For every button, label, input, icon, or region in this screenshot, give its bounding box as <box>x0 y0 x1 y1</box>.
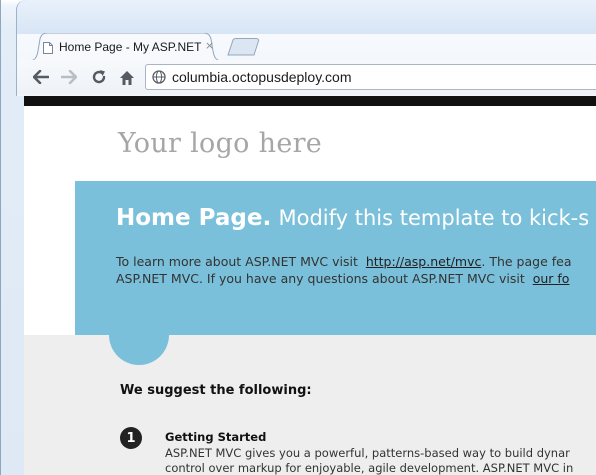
featured-section: Home Page. Modify this template to kick-… <box>75 181 596 335</box>
back-arrow-icon <box>33 70 49 84</box>
featured-paragraph: To learn more about ASP.NET MVC visit ht… <box>116 253 596 287</box>
new-tab-button[interactable] <box>226 38 262 56</box>
featured-line-1-text: To learn more about ASP.NET MVC visit <box>116 254 358 269</box>
tab-title: Home Page - My ASP.NET <box>59 40 202 54</box>
featured-line-1-after: . The page fea <box>481 254 572 269</box>
item-number-badge: 1 <box>120 427 142 449</box>
featured-line-2-text: ASP.NET MVC. If you have any questions a… <box>116 271 525 286</box>
asp-net-mvc-link[interactable]: http://asp.net/mvc <box>366 254 482 269</box>
url-text: columbia.octopusdeploy.com <box>172 69 352 85</box>
item-description-line-1: ASP.NET MVC gives you a powerful, patter… <box>165 446 570 460</box>
forward-button[interactable] <box>58 66 80 88</box>
globe-icon <box>152 70 166 84</box>
featured-circle-decoration <box>109 335 169 365</box>
forward-arrow-icon <box>61 70 77 84</box>
home-button[interactable] <box>116 66 138 88</box>
reload-button[interactable] <box>88 66 110 88</box>
featured-line-2: ASP.NET MVC. If you have any questions a… <box>116 270 596 287</box>
featured-title: Home Page. Modify this template to kick-… <box>116 205 589 231</box>
item-description-line-2: control over markup for enjoyable, agile… <box>165 461 574 475</box>
back-button[interactable] <box>30 66 52 88</box>
content-top-bar <box>24 96 596 106</box>
featured-title-rest: Modify this template to kick-s <box>278 206 590 230</box>
item-description: ASP.NET MVC gives you a powerful, patter… <box>165 446 596 475</box>
forums-link[interactable]: our fo <box>533 271 570 286</box>
featured-title-strong: Home Page. <box>116 205 272 231</box>
item-title: Getting Started <box>165 430 267 444</box>
site-logo[interactable]: Your logo here <box>118 128 322 159</box>
address-bar[interactable]: columbia.octopusdeploy.com <box>145 64 596 90</box>
home-icon <box>120 70 134 85</box>
main-content: We suggest the following: 1 Getting Star… <box>24 335 596 475</box>
suggest-heading: We suggest the following: <box>120 383 312 398</box>
featured-line-1: To learn more about ASP.NET MVC visit ht… <box>116 253 596 270</box>
reload-icon <box>92 70 106 84</box>
web-page: Your logo here Home Page. Modify this te… <box>24 106 596 475</box>
tab-close-icon[interactable]: × <box>205 39 214 53</box>
browser-tab-home[interactable]: Home Page - My ASP.NET × <box>29 33 222 61</box>
page-favicon-icon <box>43 42 53 54</box>
